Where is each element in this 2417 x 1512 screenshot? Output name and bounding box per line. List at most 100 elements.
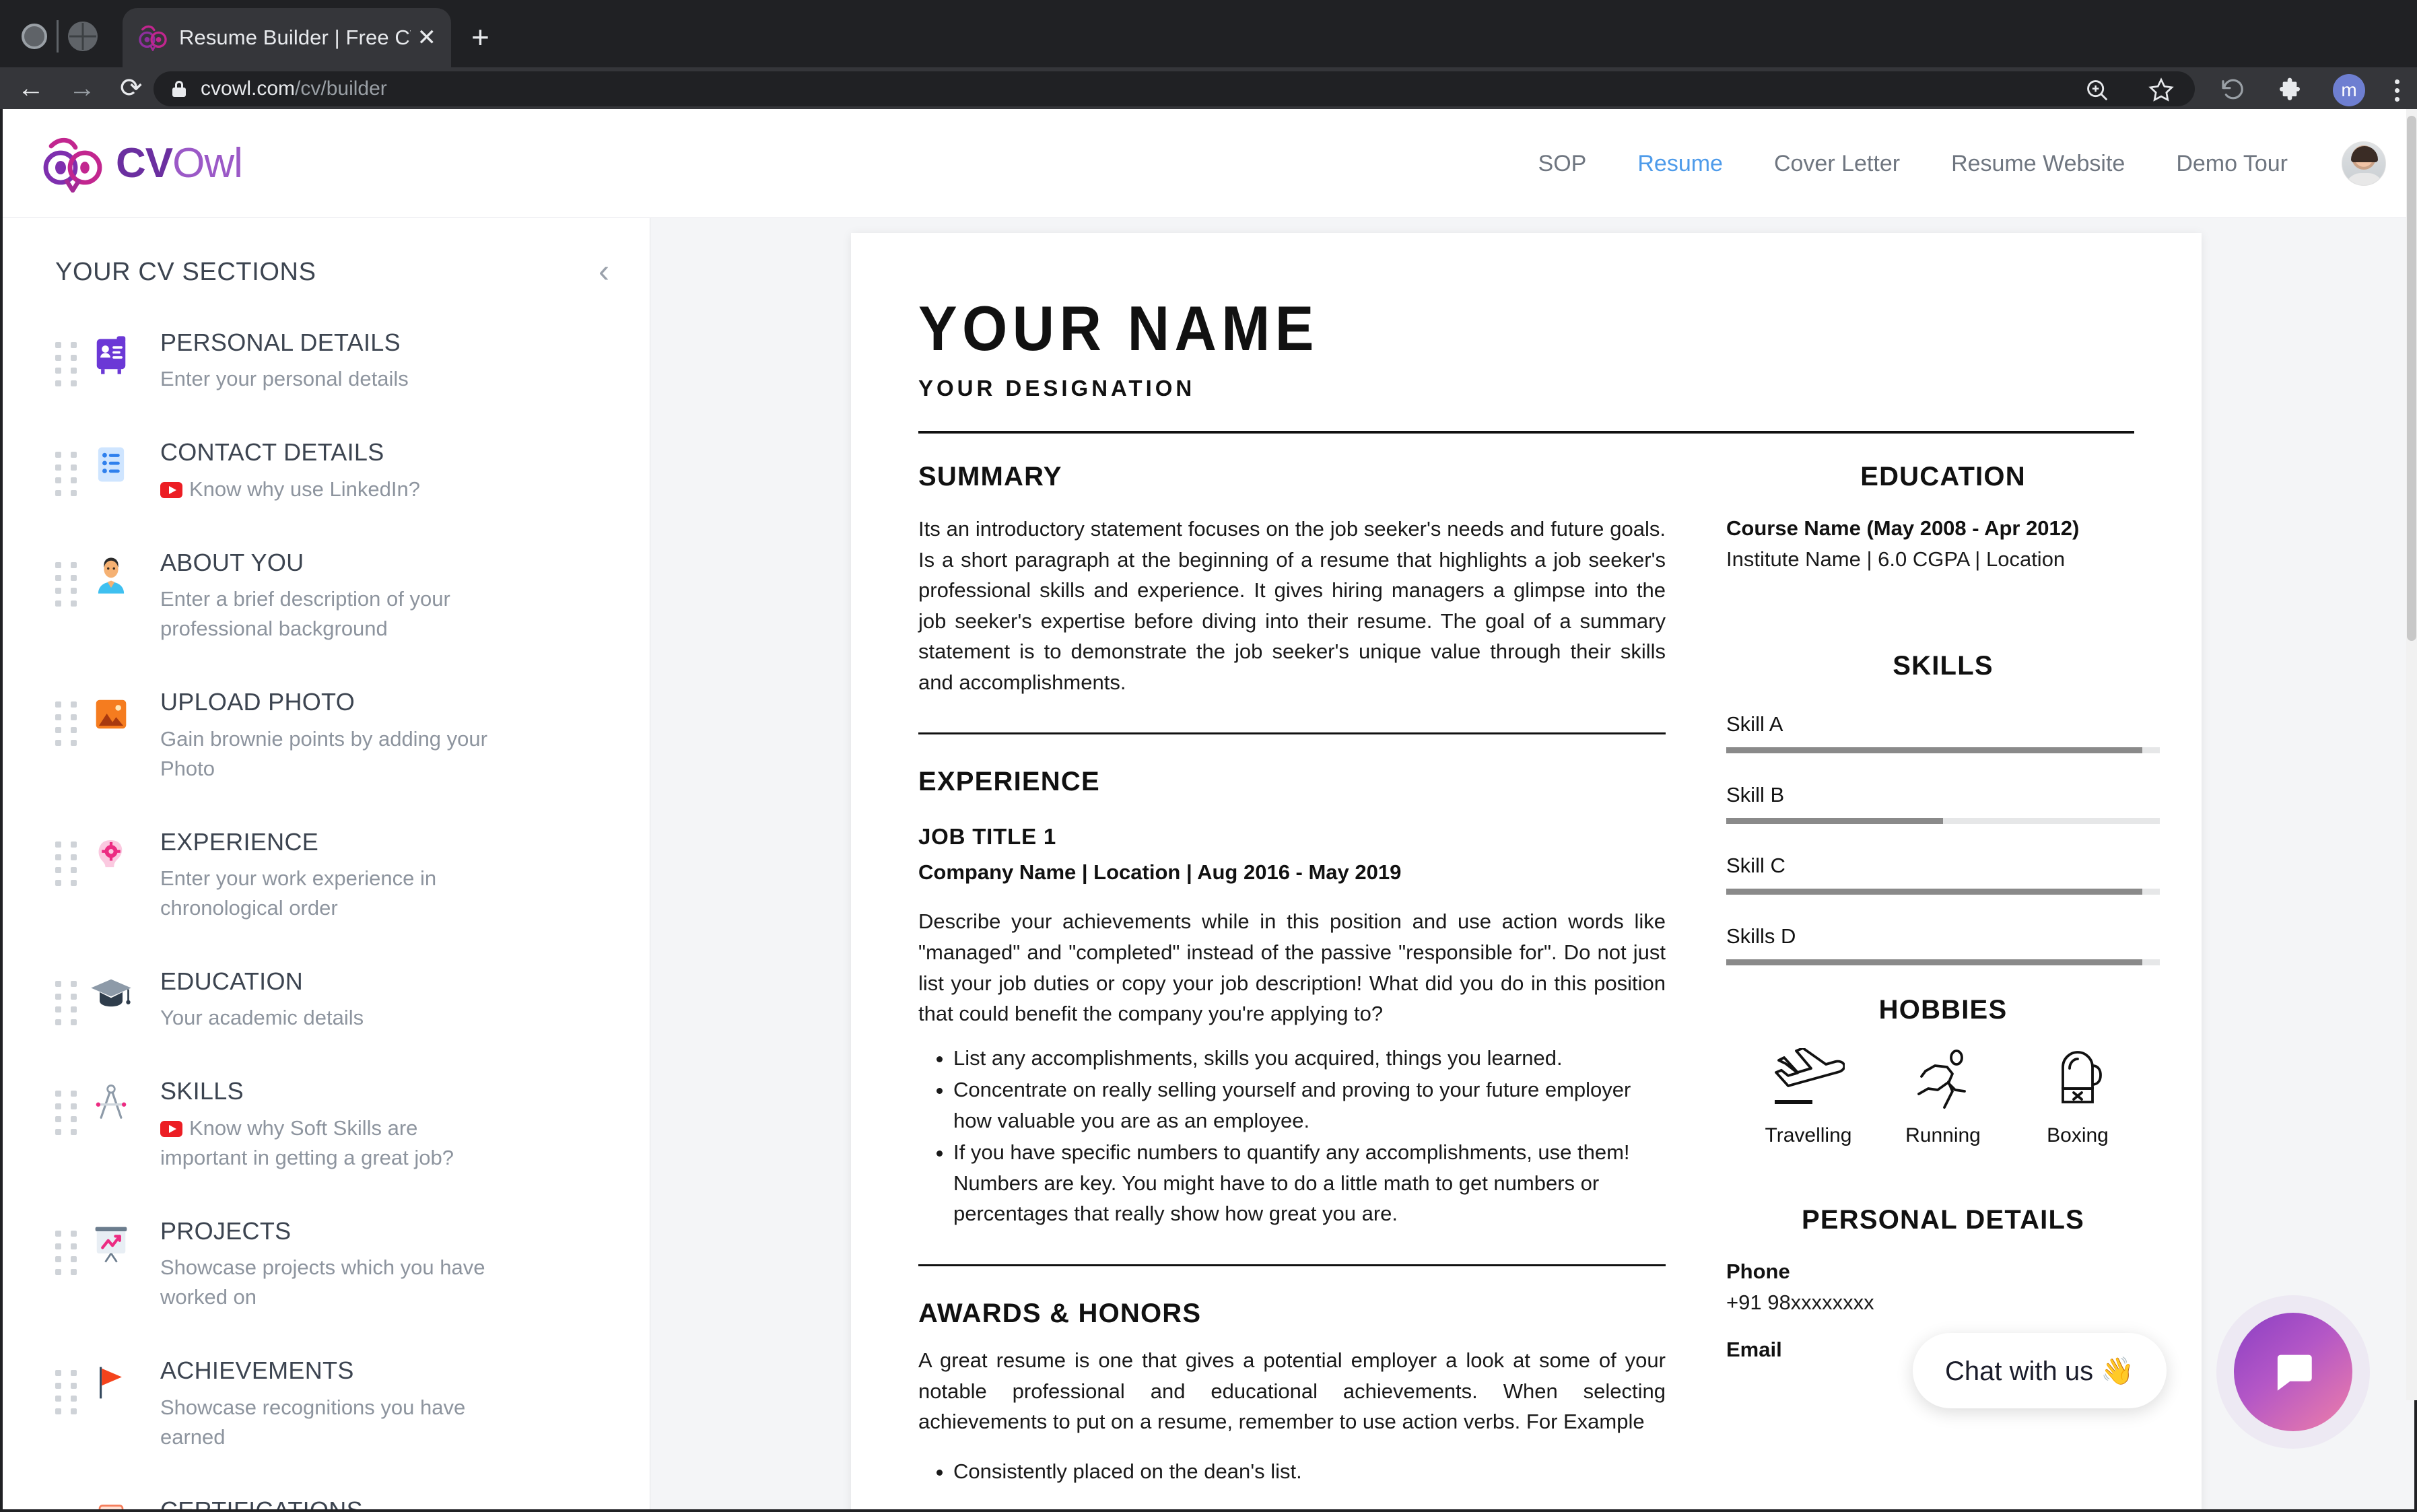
sidebar-item-contact-details[interactable]: CONTACT DETAILS Know why use LinkedIn? xyxy=(3,436,650,504)
hobbies-row: Travelling Running Boxing xyxy=(1726,1047,2160,1147)
sidebar-item-title: SKILLS xyxy=(160,1077,244,1105)
list-item: Consistently placed on the dean's list. xyxy=(953,1456,1666,1487)
history-rewind-icon[interactable] xyxy=(2220,77,2247,104)
skill-row: Skill A xyxy=(1726,712,2160,753)
address-bar[interactable]: cvowl.com/cv/builder xyxy=(154,71,2195,106)
skill-label: Skill A xyxy=(1726,712,1783,736)
sidebar-item-title: PROJECTS xyxy=(160,1216,292,1245)
star-icon[interactable] xyxy=(2148,77,2175,104)
logo-cv: CV xyxy=(116,139,173,186)
skill-fill xyxy=(1726,889,2143,895)
job-meta: Company Name | Location | Aug 2016 - May… xyxy=(918,860,1402,885)
drag-handle[interactable] xyxy=(55,981,86,1026)
globe-icon[interactable] xyxy=(68,22,98,51)
skill-track xyxy=(1726,747,2160,753)
list-item: Concentrate on really selling yourself a… xyxy=(953,1074,1666,1136)
scrollbar-thumb[interactable] xyxy=(2407,116,2416,641)
chat-launcher-button[interactable] xyxy=(2234,1313,2352,1431)
sidebar-item-projects[interactable]: PROJECTS Showcase projects which you hav… xyxy=(3,1214,650,1312)
back-arrow-icon[interactable]: ← xyxy=(18,74,44,102)
person-icon xyxy=(86,550,136,600)
personal-details-heading: PERSONAL DETAILS xyxy=(1802,1205,2084,1235)
skills-list: Skill A Skill B Skill C Skills D xyxy=(1726,712,2160,965)
sidebar-item-body: ACHIEVEMENTS Showcase recognitions you h… xyxy=(160,1354,609,1451)
drag-handle[interactable] xyxy=(55,841,86,886)
sidebar-item-upload-photo[interactable]: UPLOAD PHOTO Gain brownie points by addi… xyxy=(3,685,650,783)
phone-value: +91 98xxxxxxxx xyxy=(1726,1291,1874,1314)
sidebar-item-desc: Enter a brief description of your profes… xyxy=(160,587,450,641)
youtube-play-icon xyxy=(160,1120,182,1137)
sidebar-item-achievements[interactable]: ACHIEVEMENTS Showcase recognitions you h… xyxy=(3,1354,650,1451)
sidebar-item-body: PERSONAL DETAILS Enter your personal det… xyxy=(160,326,609,394)
sidebar-item-title: CONTACT DETAILS xyxy=(160,438,384,467)
skill-label: Skill B xyxy=(1726,783,1785,806)
education-heading: EDUCATION xyxy=(1860,462,2026,491)
sidebar-header: YOUR CV SECTIONS ‹ xyxy=(3,218,650,288)
drag-handle[interactable] xyxy=(55,452,86,497)
summary-section: SUMMARY Its an introductory statement fo… xyxy=(918,462,1666,697)
job-title: JOB TITLE 1 xyxy=(918,824,1056,850)
user-avatar[interactable] xyxy=(2342,141,2386,186)
skill-row: Skill C xyxy=(1726,854,2160,895)
drag-handle[interactable] xyxy=(55,1370,86,1415)
experience-section: EXPERIENCE JOB TITLE 1 Company Name | Lo… xyxy=(918,767,1666,1229)
skill-row: Skill B xyxy=(1726,783,2160,824)
page-scrollbar[interactable] xyxy=(2406,109,2417,1400)
divider xyxy=(57,20,59,53)
window-control-circle[interactable] xyxy=(22,24,47,49)
sidebar-item-certifications[interactable]: CERTIFICATIONS xyxy=(3,1494,650,1509)
plus-icon[interactable]: + xyxy=(471,22,489,53)
drag-handle[interactable] xyxy=(55,561,86,607)
skill-label: Skill C xyxy=(1726,854,1785,877)
drag-handle[interactable] xyxy=(55,1091,86,1136)
contact-list-icon xyxy=(86,440,136,489)
resume-left-column: SUMMARY Its an introductory statement fo… xyxy=(918,462,1686,1488)
compass-icon xyxy=(86,1078,136,1128)
certificate-icon xyxy=(86,1498,136,1509)
chat-prompt-bubble[interactable]: Chat with us 👋 xyxy=(1912,1333,2167,1408)
kebab-menu-icon[interactable] xyxy=(2395,79,2399,102)
nav-item-demo-tour[interactable]: Demo Tour xyxy=(2150,151,2313,177)
site-logo[interactable]: CVOwl xyxy=(40,135,243,193)
sidebar-item-desc: Showcase recognitions you have earned xyxy=(160,1395,466,1449)
profile-initial: m xyxy=(2341,79,2357,100)
chevron-left-icon[interactable]: ‹ xyxy=(599,256,609,288)
education-course: Course Name (May 2008 - Apr 2012) xyxy=(1726,516,2080,540)
skill-fill xyxy=(1726,747,2143,753)
page-viewport: CVOwl SOP Resume Cover Letter Resume Web… xyxy=(3,109,2414,1509)
sidebar-item-education[interactable]: EDUCATION Your academic details xyxy=(3,965,650,1033)
nav-item-sop[interactable]: SOP xyxy=(1513,151,1612,177)
sidebar-item-desc: Enter your work experience in chronologi… xyxy=(160,866,437,920)
section-divider xyxy=(918,732,1666,735)
hobby-label: Running xyxy=(1905,1124,1981,1146)
puzzle-piece-icon[interactable] xyxy=(2276,77,2303,104)
forward-arrow-icon[interactable]: → xyxy=(69,74,96,102)
browser-tab[interactable]: Resume Builder | Free CV Make ✕ xyxy=(123,8,451,67)
youtube-play-icon xyxy=(160,481,182,498)
summary-heading: SUMMARY xyxy=(918,462,1062,491)
sidebar-item-about-you[interactable]: ABOUT YOU Enter a brief description of y… xyxy=(3,546,650,644)
close-icon[interactable]: ✕ xyxy=(417,26,437,49)
drag-handle[interactable] xyxy=(55,1230,86,1275)
skill-track xyxy=(1726,959,2160,965)
nav-item-resume[interactable]: Resume xyxy=(1612,151,1748,177)
reload-icon[interactable]: ⟳ xyxy=(120,74,143,102)
hobby-label: Travelling xyxy=(1765,1124,1852,1146)
experience-bullets: List any accomplishments, skills you acq… xyxy=(953,1043,1666,1229)
nav-item-cover-letter[interactable]: Cover Letter xyxy=(1748,151,1926,177)
zoom-search-icon[interactable] xyxy=(2084,77,2110,103)
brain-gear-icon xyxy=(86,829,136,879)
awards-paragraph: A great resume is one that gives a poten… xyxy=(918,1348,1666,1434)
profile-avatar-button[interactable]: m xyxy=(2333,74,2365,106)
drag-handle[interactable] xyxy=(55,342,86,386)
sidebar-item-desc[interactable]: Know why use LinkedIn? xyxy=(160,475,510,504)
nav-item-resume-website[interactable]: Resume Website xyxy=(1926,151,2150,177)
hobby-running: Running xyxy=(1876,1048,2010,1147)
awards-section: AWARDS & HONORS A great resume is one th… xyxy=(918,1299,1666,1486)
sidebar-item-skills[interactable]: SKILLS Know why Soft Skills are importan… xyxy=(3,1074,650,1172)
sidebar-item-personal-details[interactable]: PERSONAL DETAILS Enter your personal det… xyxy=(3,326,650,394)
sidebar-item-experience[interactable]: EXPERIENCE Enter your work experience in… xyxy=(3,825,650,923)
hobby-travelling: Travelling xyxy=(1741,1047,1876,1147)
drag-handle[interactable] xyxy=(55,701,86,747)
sidebar-item-desc[interactable]: Know why Soft Skills are important in ge… xyxy=(160,1113,510,1173)
